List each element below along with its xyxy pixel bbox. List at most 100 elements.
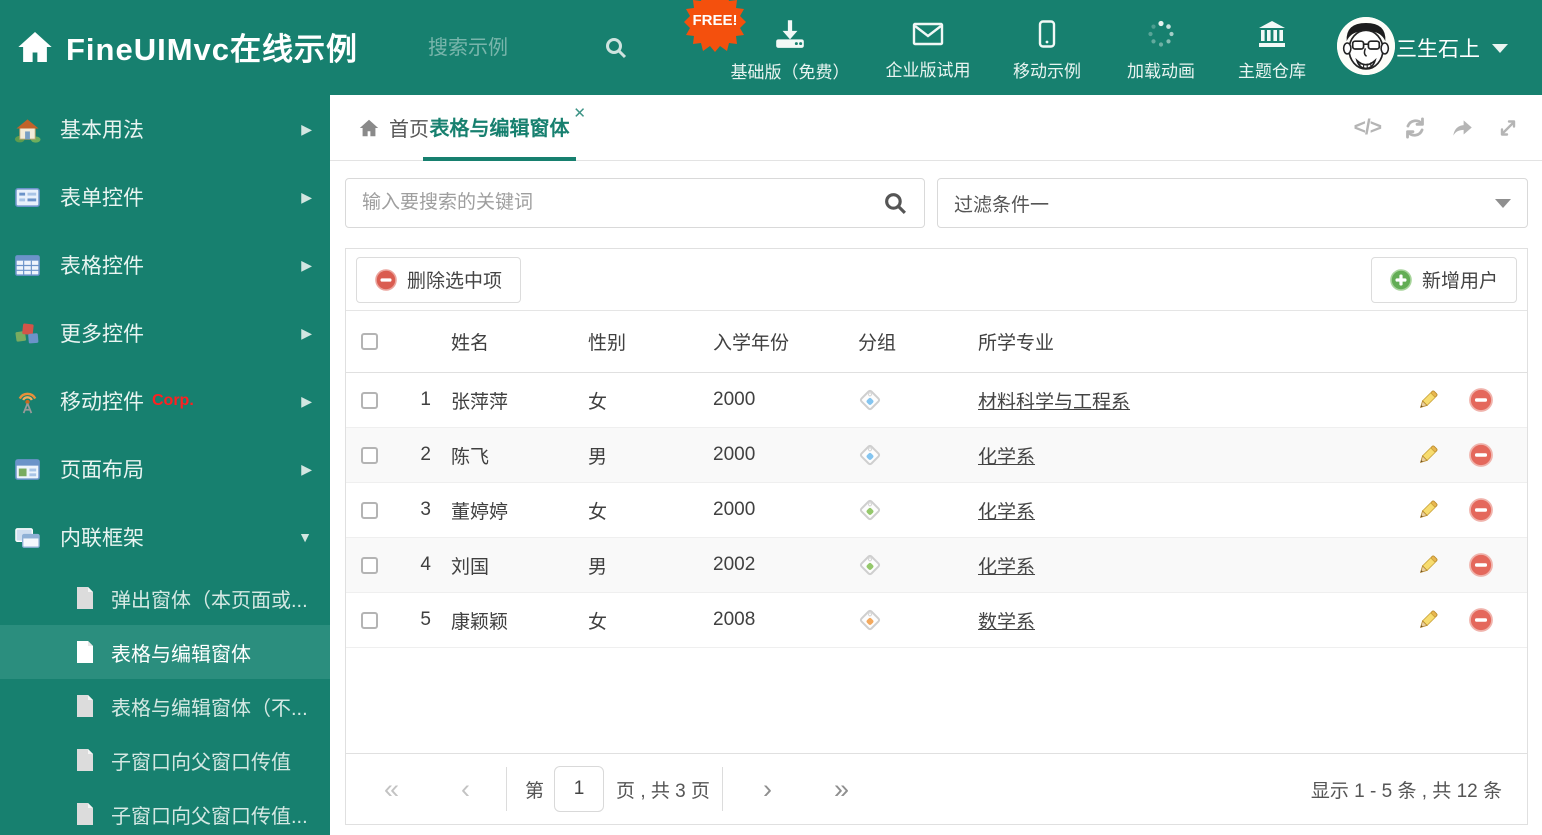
row-checkbox[interactable] — [361, 501, 378, 519]
grid-toolbar: 删除选中项 新增用户 — [346, 249, 1527, 311]
user-menu[interactable]: 三生石上 — [1396, 33, 1508, 63]
page-suffix-label: 页 , 共 3 页 — [616, 780, 711, 802]
table-row: 4 刘国 男 2002 化学系 — [346, 538, 1527, 593]
cell-gender: 女 — [588, 611, 608, 633]
keyword-search-input[interactable] — [362, 192, 883, 214]
add-user-label: 新增用户 — [1421, 271, 1498, 292]
header-nav: 基础版（免费） 企业版试用 移动示例 加载动画 主题仓库 — [712, 0, 1328, 95]
sidebar-subitem-child-to-parent[interactable]: 子窗口向父窗口传值 — [0, 733, 330, 787]
sidebar-subitem-popup-window[interactable]: 弹出窗体（本页面或... — [0, 571, 330, 625]
sidebar: 基本用法 ▶ 表单控件 ▶ 表格控件 ▶ 更多控件 ▶ 移动控件 Corp. ▶… — [0, 95, 330, 835]
page-number-input[interactable] — [554, 766, 605, 812]
cell-gender: 男 — [588, 446, 608, 468]
edit-pencil-icon[interactable] — [1416, 443, 1440, 467]
sidebar-item-label: 基本用法 — [60, 119, 144, 142]
layout-icon — [14, 456, 41, 483]
column-header-group[interactable]: 分组 — [846, 328, 966, 355]
house-icon — [14, 116, 41, 143]
search-icon[interactable] — [883, 191, 908, 216]
row-checkbox[interactable] — [361, 611, 378, 629]
row-checkbox[interactable] — [361, 446, 378, 464]
delete-row-icon[interactable] — [1469, 388, 1493, 412]
sidebar-item-form-controls[interactable]: 表单控件 ▶ — [0, 163, 330, 231]
table-header-row: 姓名 性别 入学年份 分组 所学专业 — [346, 311, 1527, 373]
edit-pencil-icon[interactable] — [1416, 388, 1440, 412]
file-icon — [75, 640, 95, 664]
row-checkbox[interactable] — [361, 556, 378, 574]
expand-icon[interactable] — [1496, 116, 1520, 140]
sidebar-item-label: 表单控件 — [60, 187, 144, 210]
edit-pencil-icon[interactable] — [1416, 608, 1440, 632]
delete-row-icon[interactable] — [1469, 553, 1493, 577]
sidebar-subitem-grid-edit-window-2[interactable]: 表格与编辑窗体（不... — [0, 679, 330, 733]
edit-pencil-icon[interactable] — [1416, 553, 1440, 577]
header-search-input[interactable] — [428, 36, 578, 60]
file-icon — [75, 802, 95, 826]
column-header-name[interactable]: 姓名 — [439, 328, 576, 355]
filter-dropdown[interactable]: 过滤条件一 — [937, 178, 1528, 228]
app-title: FineUIMvc在线示例 — [66, 32, 359, 67]
nav-enterprise-trial[interactable]: 企业版试用 — [868, 0, 988, 95]
envelope-icon — [912, 21, 944, 47]
home-icon[interactable] — [16, 28, 54, 66]
row-number: 4 — [420, 554, 431, 575]
tab-grid-edit-window[interactable]: 表格与编辑窗体 ✕ — [423, 95, 586, 161]
cell-name: 陈飞 — [451, 446, 490, 468]
major-link[interactable]: 化学系 — [978, 502, 1035, 523]
column-header-major[interactable]: 所学专业 — [966, 328, 1407, 355]
tag-icon — [858, 388, 882, 412]
select-all-checkbox[interactable] — [361, 333, 378, 350]
major-link[interactable]: 化学系 — [978, 557, 1035, 578]
tag-icon — [858, 553, 882, 577]
home-icon — [358, 117, 380, 139]
nav-loading-animations[interactable]: 加载动画 — [1106, 0, 1216, 95]
sidebar-item-basic-usage[interactable]: 基本用法 ▶ — [0, 95, 330, 163]
first-page-button[interactable]: « — [384, 775, 399, 803]
sidebar-subitem-grid-edit-window[interactable]: 表格与编辑窗体 — [0, 625, 330, 679]
sidebar-item-page-layout[interactable]: 页面布局 ▶ — [0, 435, 330, 503]
delete-selected-button[interactable]: 删除选中项 — [356, 256, 522, 303]
prev-page-button[interactable]: ‹ — [461, 775, 470, 803]
major-link[interactable]: 材料科学与工程系 — [978, 392, 1130, 413]
delete-row-icon[interactable] — [1469, 498, 1493, 522]
row-checkbox[interactable] — [361, 391, 378, 409]
sidebar-item-more-controls[interactable]: 更多控件 ▶ — [0, 299, 330, 367]
cell-gender: 女 — [588, 501, 608, 523]
cell-year: 2002 — [713, 554, 756, 575]
refresh-icon[interactable] — [1402, 115, 1428, 141]
search-icon[interactable] — [604, 36, 628, 60]
share-icon[interactable] — [1449, 115, 1475, 141]
tab-home[interactable]: 首页 — [358, 95, 429, 160]
add-user-button[interactable]: 新增用户 — [1370, 256, 1517, 303]
chevron-down-icon — [1495, 198, 1511, 208]
sidebar-subitem-child-to-parent-2[interactable]: 子窗口向父窗口传值... — [0, 787, 330, 835]
sidebar-item-mobile-controls[interactable]: 移动控件 Corp. ▶ — [0, 367, 330, 435]
cell-year: 2000 — [713, 444, 756, 465]
pager-divider — [722, 767, 724, 811]
next-page-button[interactable]: › — [763, 775, 772, 803]
cubes-icon — [14, 320, 41, 347]
delete-row-icon[interactable] — [1469, 443, 1493, 467]
major-link[interactable]: 数学系 — [978, 612, 1035, 633]
antenna-icon — [14, 388, 41, 415]
column-header-year[interactable]: 入学年份 — [701, 328, 846, 355]
filter-dropdown-value: 过滤条件一 — [954, 194, 1050, 216]
page: { "app": { "title": "FineUIMvc在线示例", "se… — [0, 0, 1542, 835]
column-header-gender[interactable]: 性别 — [576, 328, 701, 355]
major-link[interactable]: 化学系 — [978, 447, 1035, 468]
close-icon[interactable]: ✕ — [573, 104, 586, 122]
sidebar-item-iframe[interactable]: 内联框架 ▼ — [0, 503, 330, 571]
delete-row-icon[interactable] — [1469, 608, 1493, 632]
cell-name: 刘国 — [451, 556, 490, 578]
sidebar-item-grid-controls[interactable]: 表格控件 ▶ — [0, 231, 330, 299]
last-page-button[interactable]: » — [834, 775, 849, 803]
user-avatar[interactable] — [1337, 17, 1395, 75]
edit-pencil-icon[interactable] — [1416, 498, 1440, 522]
nav-theme-store[interactable]: 主题仓库 — [1216, 0, 1328, 95]
sidebar-subitem-label: 子窗口向父窗口传值... — [111, 805, 308, 828]
nav-mobile-demo[interactable]: 移动示例 — [988, 0, 1106, 95]
chevron-right-icon: ▶ — [301, 392, 312, 409]
pagination-summary: 显示 1 - 5 条 , 共 12 条 — [1310, 780, 1502, 802]
pagination-bar: « ‹ 第 页 , 共 3 页 › » 显示 1 - 5 条 , 共 12 条 — [346, 753, 1527, 824]
source-code-icon[interactable]: </> — [1354, 116, 1382, 140]
